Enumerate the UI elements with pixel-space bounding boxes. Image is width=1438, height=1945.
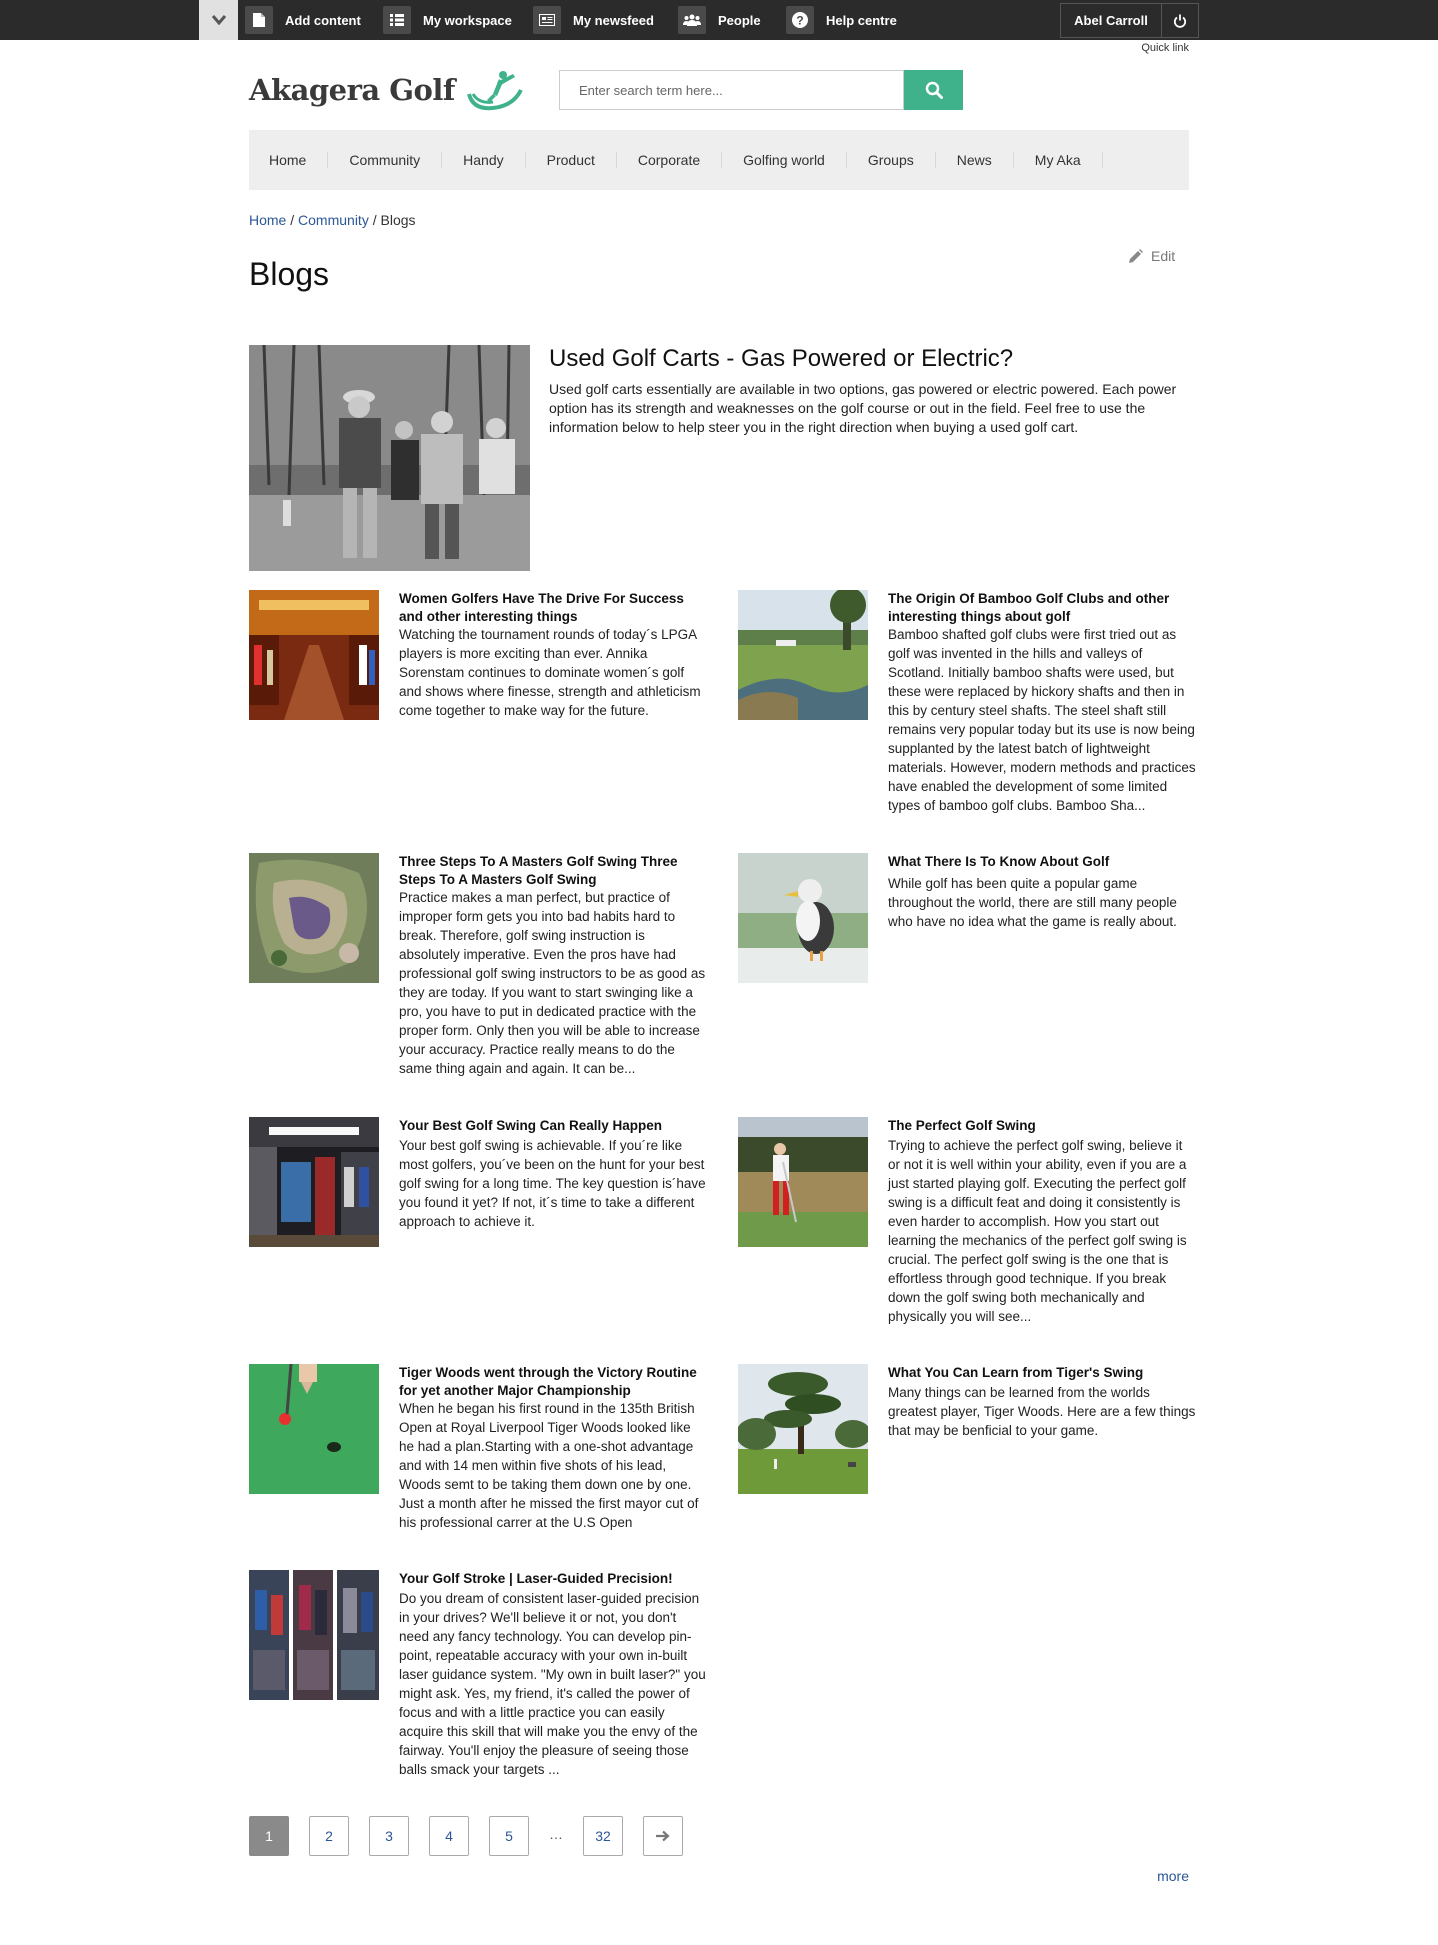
post-thumbnail[interactable] bbox=[249, 1117, 379, 1247]
post-thumbnail[interactable] bbox=[249, 590, 379, 720]
post-thumbnail[interactable] bbox=[249, 1570, 379, 1700]
post-thumbnail[interactable] bbox=[738, 1364, 868, 1494]
post-summary: Trying to achieve the perfect golf swing… bbox=[888, 1138, 1187, 1324]
post-summary: Bamboo shafted golf clubs were first tri… bbox=[888, 627, 1196, 813]
question-icon: ? bbox=[786, 6, 814, 34]
power-icon bbox=[1173, 14, 1187, 28]
post-title[interactable]: Your Golf Stroke | Laser-Guided Precisio… bbox=[399, 1570, 707, 1588]
pager-ellipsis: … bbox=[549, 1826, 563, 1842]
list-icon bbox=[383, 6, 411, 34]
quick-link[interactable]: Quick link bbox=[1100, 42, 1189, 54]
arrow-right-icon bbox=[656, 1830, 670, 1842]
breadcrumb-community-link[interactable]: Community bbox=[298, 212, 369, 228]
breadcrumb: Home / Community / Blogs bbox=[249, 212, 416, 228]
toolbar-item-label: My workspace bbox=[423, 12, 512, 28]
nav-item-news[interactable]: News bbox=[936, 152, 1014, 168]
pencil-icon bbox=[1129, 248, 1143, 263]
pager-next-button[interactable] bbox=[643, 1816, 683, 1856]
toolbar-item-label: My newsfeed bbox=[573, 12, 654, 28]
toolbar-add-content[interactable]: Add content bbox=[245, 0, 361, 40]
post-summary: When he began his first round in the 135… bbox=[399, 1401, 699, 1530]
golfer-logo-icon bbox=[466, 71, 523, 111]
post-title[interactable]: Your Best Golf Swing Can Really Happen bbox=[399, 1117, 707, 1135]
pager-page-1[interactable]: 1 bbox=[249, 1816, 289, 1856]
user-menu-button[interactable]: Abel Carroll bbox=[1060, 3, 1161, 38]
pager-page-3[interactable]: 3 bbox=[369, 1816, 409, 1856]
nav-item-home[interactable]: Home bbox=[269, 152, 329, 168]
logout-button[interactable] bbox=[1161, 3, 1199, 38]
pager-page-4[interactable]: 4 bbox=[429, 1816, 469, 1856]
nav-item-my-aka[interactable]: My Aka bbox=[1014, 152, 1103, 168]
post-title[interactable]: What You Can Learn from Tiger's Swing bbox=[888, 1364, 1196, 1382]
page-title: Blogs bbox=[249, 256, 330, 292]
featured-post-summary: Used golf carts essentially are availabl… bbox=[549, 381, 1177, 435]
newspaper-icon bbox=[533, 6, 561, 34]
toolbar-my-newsfeed[interactable]: My newsfeed bbox=[533, 0, 654, 40]
post-title[interactable]: Women Golfers Have The Drive For Success… bbox=[399, 590, 707, 625]
logo-text: Akagera Golf bbox=[249, 73, 455, 107]
svg-text:?: ? bbox=[796, 14, 803, 28]
post-summary: While golf has been quite a popular game… bbox=[888, 876, 1177, 929]
breadcrumb-current: Blogs bbox=[380, 212, 416, 228]
admin-toolbar: Add content My workspace My newsfeed Peo… bbox=[0, 0, 1438, 40]
post-title[interactable]: Three Steps To A Masters Golf Swing Thre… bbox=[399, 853, 707, 888]
featured-post-title[interactable]: Used Golf Carts - Gas Powered or Electri… bbox=[549, 345, 1013, 373]
people-icon bbox=[678, 6, 706, 34]
breadcrumb-home-link[interactable]: Home bbox=[249, 212, 286, 228]
toolbar-item-label: Help centre bbox=[826, 12, 897, 28]
pager-page-2[interactable]: 2 bbox=[309, 1816, 349, 1856]
post-thumbnail[interactable] bbox=[249, 1364, 379, 1494]
document-icon bbox=[245, 6, 273, 34]
more-link[interactable]: more bbox=[1150, 1868, 1189, 1884]
nav-item-golfing-world[interactable]: Golfing world bbox=[722, 152, 847, 168]
post-title[interactable]: The Perfect Golf Swing bbox=[888, 1117, 1196, 1135]
search-icon bbox=[925, 81, 943, 99]
site-logo[interactable]: Akagera Golf bbox=[249, 67, 525, 113]
search-form bbox=[559, 70, 963, 110]
post-thumbnail[interactable] bbox=[738, 590, 868, 720]
post-title[interactable]: What There Is To Know About Golf bbox=[888, 853, 1196, 871]
post-thumbnail[interactable] bbox=[249, 853, 379, 983]
toolbar-item-label: People bbox=[718, 12, 761, 28]
toolbar-help-centre[interactable]: ? Help centre bbox=[786, 0, 897, 40]
post-summary: Do you dream of consistent laser-guided … bbox=[399, 1591, 706, 1777]
toolbar-item-label: Add content bbox=[285, 12, 361, 28]
breadcrumb-separator: / bbox=[372, 212, 377, 228]
main-navigation: Home Community Handy Product Corporate G… bbox=[249, 130, 1189, 190]
toolbar-people[interactable]: People bbox=[678, 0, 761, 40]
post-summary: Your best golf swing is achievable. If y… bbox=[399, 1138, 706, 1229]
post-title[interactable]: Tiger Woods went through the Victory Rou… bbox=[399, 1364, 707, 1399]
featured-post-image[interactable] bbox=[249, 344, 530, 571]
post-thumbnail[interactable] bbox=[738, 853, 868, 983]
edit-button[interactable]: Edit bbox=[1128, 248, 1175, 264]
toolbar-my-workspace[interactable]: My workspace bbox=[383, 0, 512, 40]
search-input[interactable] bbox=[559, 70, 904, 110]
post-title[interactable]: The Origin Of Bamboo Golf Clubs and othe… bbox=[888, 590, 1196, 625]
toolbar-toggle-button[interactable] bbox=[199, 0, 238, 40]
post-thumbnail[interactable] bbox=[738, 1117, 868, 1247]
nav-item-corporate[interactable]: Corporate bbox=[617, 152, 723, 168]
post-summary: Practice makes a man perfect, but practi… bbox=[399, 890, 706, 1076]
nav-item-community[interactable]: Community bbox=[328, 152, 443, 168]
breadcrumb-separator: / bbox=[290, 212, 295, 228]
post-summary: Watching the tournament rounds of today´… bbox=[399, 627, 701, 718]
chevron-down-icon bbox=[211, 15, 226, 25]
nav-item-handy[interactable]: Handy bbox=[442, 152, 526, 168]
pager-page-last[interactable]: 32 bbox=[583, 1816, 623, 1856]
nav-item-product[interactable]: Product bbox=[526, 152, 617, 168]
nav-item-groups[interactable]: Groups bbox=[847, 152, 936, 168]
search-button[interactable] bbox=[904, 70, 963, 110]
post-summary: Many things can be learned from the worl… bbox=[888, 1385, 1196, 1438]
pager-page-5[interactable]: 5 bbox=[489, 1816, 529, 1856]
edit-label: Edit bbox=[1151, 248, 1176, 264]
